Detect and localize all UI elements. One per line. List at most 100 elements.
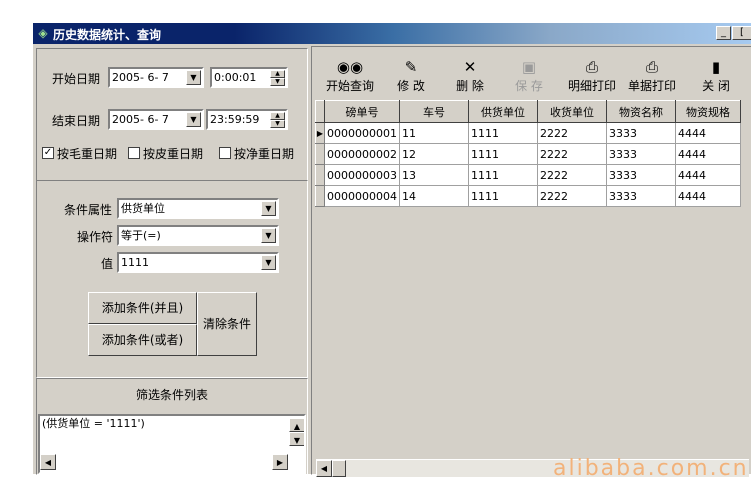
table-cell[interactable]: 0000000004 [324, 185, 400, 207]
start-query-button[interactable]: ◉◉ 开始查询 [322, 57, 378, 95]
add-or-condition-button[interactable]: 添加条件(或者) [88, 324, 197, 356]
table-cell[interactable]: 3333 [606, 122, 676, 144]
table-cell[interactable]: 4444 [675, 143, 741, 165]
start-time-value: 0:00:01 [214, 71, 257, 84]
table-cell[interactable]: 0000000002 [324, 143, 400, 165]
table-cell[interactable]: 4444 [675, 185, 741, 207]
minimize-button[interactable]: _ [716, 26, 731, 40]
table-cell[interactable]: 2222 [537, 122, 607, 144]
table-cell[interactable]: 1111 [468, 164, 538, 186]
table-cell[interactable]: 1111 [468, 122, 538, 144]
close-form-button[interactable]: ▮ 关 闭 [696, 57, 736, 95]
operator-select[interactable]: 等于(=) ▼ [117, 225, 279, 246]
delete-x-icon: ✕ [463, 58, 477, 76]
current-row-indicator-icon: ▶ [315, 122, 325, 144]
table-cell[interactable]: 0000000003 [324, 164, 400, 186]
end-time-field[interactable]: 23:59:59 ▲ ▼ [206, 109, 288, 130]
start-time-field[interactable]: 0:00:01 ▲ ▼ [210, 67, 288, 88]
end-time-value: 23:59:59 [210, 113, 260, 126]
table-cell[interactable]: 2222 [537, 164, 607, 186]
toolbar-label: 修 改 [397, 79, 425, 93]
tare-weight-date-checkbox[interactable]: 按皮重日期 [128, 147, 203, 161]
table-cell[interactable]: 3333 [606, 143, 676, 165]
scroll-down-icon[interactable]: ▼ [289, 432, 304, 446]
printer-icon: ⎙ [645, 58, 658, 76]
table-cell[interactable]: 1111 [468, 143, 538, 165]
operator-value: 等于(=) [121, 229, 161, 242]
gross-weight-date-checkbox[interactable]: ✓ 按毛重日期 [42, 147, 117, 161]
end-date-picker[interactable]: 2005- 6- 7 ▼ [108, 109, 204, 130]
toolbar-label: 关 闭 [702, 79, 730, 93]
edit-doc-icon: ✎ [404, 58, 418, 76]
column-header[interactable]: 车号 [399, 100, 469, 123]
table-cell[interactable]: 3333 [606, 164, 676, 186]
date-range-panel: 开始日期 2005- 6- 7 ▼ 0:00:01 ▲ ▼ 结束日期 2005-… [36, 48, 308, 198]
close-button[interactable]: [ [732, 26, 751, 40]
checkbox-box[interactable]: ✓ [42, 147, 54, 159]
end-date-value: 2005- 6- 7 [112, 113, 169, 126]
filter-list-box[interactable]: (供货单位 = '1111') ▲ ▼ ◀ ▶ [38, 414, 306, 474]
column-header[interactable]: 供货单位 [468, 100, 538, 123]
chevron-down-icon[interactable]: ▼ [261, 201, 276, 216]
scroll-left-icon[interactable]: ◀ [316, 460, 332, 477]
chevron-down-icon[interactable]: ▼ [186, 112, 201, 127]
edit-button[interactable]: ✎ 修 改 [390, 57, 432, 95]
table-cell[interactable]: 2222 [537, 143, 607, 165]
table-row[interactable]: ▶ 0000000001 11 1111 2222 3333 4444 [315, 122, 741, 144]
start-date-value: 2005- 6- 7 [112, 71, 169, 84]
table-cell[interactable]: 2222 [537, 185, 607, 207]
toolbar-label: 删 除 [456, 79, 484, 93]
column-header[interactable]: 物资规格 [675, 100, 741, 123]
net-weight-date-checkbox[interactable]: 按净重日期 [219, 147, 294, 161]
spin-down-icon[interactable]: ▼ [270, 78, 285, 86]
scroll-right-icon[interactable]: ▶ [272, 454, 288, 470]
receipt-print-button[interactable]: ⎙ 单据打印 [624, 57, 680, 95]
detail-print-button[interactable]: ⎙ 明细打印 [564, 57, 620, 95]
table-row[interactable]: 0000000003 13 1111 2222 3333 4444 [315, 164, 741, 186]
table-cell[interactable]: 0000000001 [324, 122, 400, 144]
chevron-down-icon[interactable]: ▼ [261, 255, 276, 270]
spin-down-icon[interactable]: ▼ [270, 120, 285, 128]
save-button[interactable]: ▣ 保 存 [508, 57, 550, 95]
table-cell[interactable]: 12 [399, 143, 469, 165]
table-cell[interactable]: 14 [399, 185, 469, 207]
clear-conditions-button[interactable]: 清除条件 [197, 292, 257, 356]
toolbar-label: 明细打印 [567, 79, 616, 93]
chevron-down-icon[interactable]: ▼ [186, 70, 201, 85]
value-label: 值 [101, 257, 114, 271]
delete-button[interactable]: ✕ 删 除 [450, 57, 490, 95]
add-and-condition-button[interactable]: 添加条件(并且) [88, 292, 197, 324]
start-date-picker[interactable]: 2005- 6- 7 ▼ [108, 67, 204, 88]
table-cell[interactable]: 1111 [468, 185, 538, 207]
chevron-down-icon[interactable]: ▼ [261, 228, 276, 243]
spin-up-icon[interactable]: ▲ [270, 112, 285, 120]
history-query-window: ◈ 历史数据统计、查询 _ [ 开始日期 2005- 6- 7 ▼ 0:00:0… [32, 22, 751, 477]
table-cell[interactable]: 11 [399, 122, 469, 144]
table-row[interactable]: 0000000002 12 1111 2222 3333 4444 [315, 143, 741, 165]
scroll-left-icon[interactable]: ◀ [40, 454, 56, 470]
checkbox-box[interactable] [219, 147, 231, 159]
table-cell[interactable]: 4444 [675, 164, 741, 186]
column-header[interactable]: 磅单号 [324, 100, 400, 123]
checkbox-box[interactable] [128, 147, 140, 159]
attribute-select[interactable]: 供货单位 ▼ [117, 198, 279, 219]
title-bar[interactable]: ◈ 历史数据统计、查询 _ [ [33, 23, 751, 44]
table-cell[interactable]: 3333 [606, 185, 676, 207]
scroll-up-icon[interactable]: ▲ [289, 418, 304, 432]
condition-panel: 条件属性 供货单位 ▼ 操作符 等于(=) ▼ 值 1111 ▼ 添加条件(并且… [36, 180, 308, 378]
column-header[interactable]: 收货单位 [537, 100, 607, 123]
column-header[interactable]: 物资名称 [606, 100, 676, 123]
filter-list-item[interactable]: (供货单位 = '1111') [42, 417, 145, 430]
checkbox-label: 按皮重日期 [143, 147, 204, 161]
scroll-thumb[interactable] [332, 460, 346, 477]
start-date-label: 开始日期 [52, 72, 101, 86]
value-input[interactable]: 1111 ▼ [117, 252, 279, 273]
operator-label: 操作符 [77, 230, 114, 244]
binoculars-icon: ◉◉ [336, 58, 364, 76]
save-icon: ▣ [521, 58, 537, 76]
spin-up-icon[interactable]: ▲ [270, 70, 285, 78]
table-cell[interactable]: 13 [399, 164, 469, 186]
row-indicator [315, 185, 325, 207]
table-row[interactable]: 0000000004 14 1111 2222 3333 4444 [315, 185, 741, 207]
table-cell[interactable]: 4444 [675, 122, 741, 144]
